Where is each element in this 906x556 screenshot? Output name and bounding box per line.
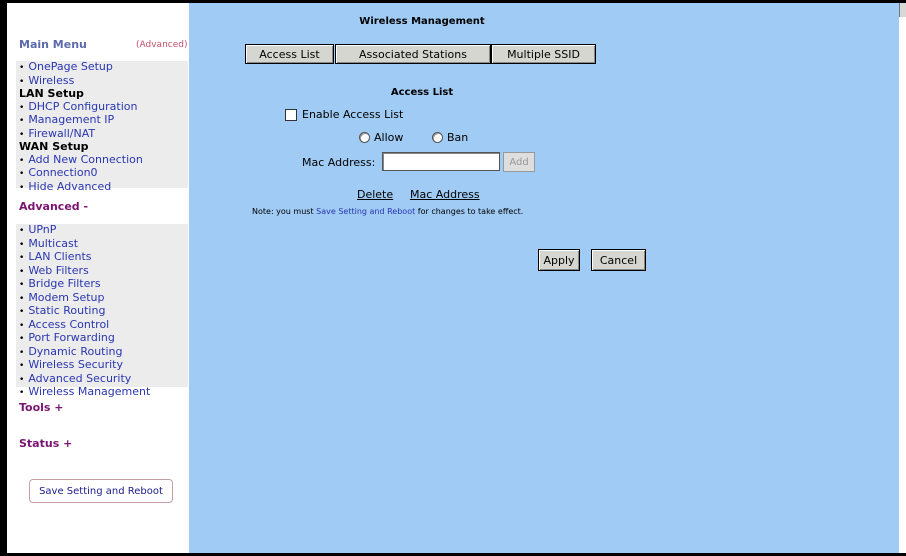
page-title: Wireless Management: [359, 16, 485, 27]
save-setting-reboot-button[interactable]: Save Setting and Reboot: [29, 479, 173, 503]
checkbox-box[interactable]: [285, 108, 297, 121]
advanced-item[interactable]: Advanced Security: [16, 372, 188, 387]
tab-access-list[interactable]: Access List: [245, 44, 334, 64]
note-save-link[interactable]: Save Setting and Reboot: [316, 207, 415, 216]
advanced-link[interactable]: (Advanced): [136, 40, 187, 50]
sidebar-group-label: LAN Setup: [19, 87, 84, 100]
advanced-item[interactable]: Modem Setup: [16, 291, 188, 306]
advanced-item[interactable]: UPnP: [16, 223, 188, 238]
enable-access-list-label: Enable Access List: [302, 108, 404, 121]
sidebar: Main Menu (Advanced) OnePage SetupWirele…: [7, 3, 189, 553]
sidebar-item[interactable]: Firewall/NAT: [16, 127, 188, 142]
note-text: Note: you must Save Setting and Reboot f…: [252, 207, 523, 216]
tab-associated-stations[interactable]: Associated Stations: [335, 44, 491, 64]
radio-allow-dot[interactable]: [359, 132, 370, 143]
advanced-item[interactable]: Static Routing: [16, 304, 188, 319]
advanced-item[interactable]: LAN Clients: [16, 250, 188, 265]
main-menu-heading[interactable]: Main Menu: [19, 38, 87, 51]
radio-ban[interactable]: Ban: [432, 131, 468, 144]
advanced-item[interactable]: Multicast: [16, 237, 188, 252]
advanced-item[interactable]: Wireless Management: [16, 385, 188, 400]
radio-ban-dot[interactable]: [432, 132, 443, 143]
tab-multiple-ssid[interactable]: Multiple SSID: [491, 44, 596, 64]
left-border: [0, 0, 7, 556]
column-delete: Delete: [357, 188, 394, 201]
advanced-heading[interactable]: Advanced -: [19, 200, 88, 213]
tools-heading[interactable]: Tools +: [19, 401, 64, 414]
main-menu-box: OnePage SetupWirelessLAN SetupDHCP Confi…: [16, 60, 188, 192]
sidebar-group-label: WAN Setup: [19, 140, 89, 153]
sidebar-item[interactable]: Management IP: [16, 113, 188, 128]
advanced-item[interactable]: Access Control: [16, 318, 188, 333]
status-heading[interactable]: Status +: [19, 437, 72, 450]
radio-allow-label: Allow: [374, 131, 404, 144]
advanced-item[interactable]: Port Forwarding: [16, 331, 188, 346]
advanced-menu-box: UPnPMulticastLAN ClientsWeb FiltersBridg…: [16, 223, 188, 398]
radio-allow[interactable]: Allow: [359, 131, 403, 144]
advanced-item[interactable]: Web Filters: [16, 264, 188, 279]
sidebar-item[interactable]: OnePage Setup: [16, 60, 188, 75]
sidebar-item[interactable]: Wireless: [16, 74, 188, 89]
sidebar-item[interactable]: Hide Advanced: [16, 180, 188, 195]
scrollbar-track[interactable]: [899, 3, 906, 553]
enable-access-list-checkbox[interactable]: Enable Access List: [285, 108, 403, 121]
advanced-menu-list: UPnPMulticastLAN ClientsWeb FiltersBridg…: [16, 223, 188, 400]
mac-address-input[interactable]: [382, 152, 500, 171]
radio-ban-label: Ban: [447, 131, 469, 144]
advanced-item[interactable]: Dynamic Routing: [16, 345, 188, 360]
cancel-button[interactable]: Cancel: [591, 249, 646, 271]
sidebar-item[interactable]: Connection0: [16, 166, 188, 181]
sidebar-item[interactable]: DHCP Configuration: [16, 100, 188, 115]
main-panel: Wireless Management Access List Associat…: [189, 3, 899, 553]
advanced-item[interactable]: Wireless Security: [16, 358, 188, 373]
advanced-item[interactable]: Bridge Filters: [16, 277, 188, 292]
mac-address-label: Mac Address:: [302, 156, 376, 169]
note-prefix: Note: you must: [252, 207, 317, 216]
section-title: Access List: [390, 87, 454, 98]
add-button[interactable]: Add: [503, 152, 535, 172]
column-mac-address: Mac Address: [410, 188, 480, 201]
main-menu-list: OnePage SetupWirelessLAN SetupDHCP Confi…: [16, 60, 188, 195]
scrollbar-thumb[interactable]: [899, 3, 906, 17]
sidebar-item[interactable]: Add New Connection: [16, 153, 188, 168]
apply-button[interactable]: Apply: [538, 249, 580, 271]
note-suffix: for changes to take effect.: [415, 207, 524, 216]
